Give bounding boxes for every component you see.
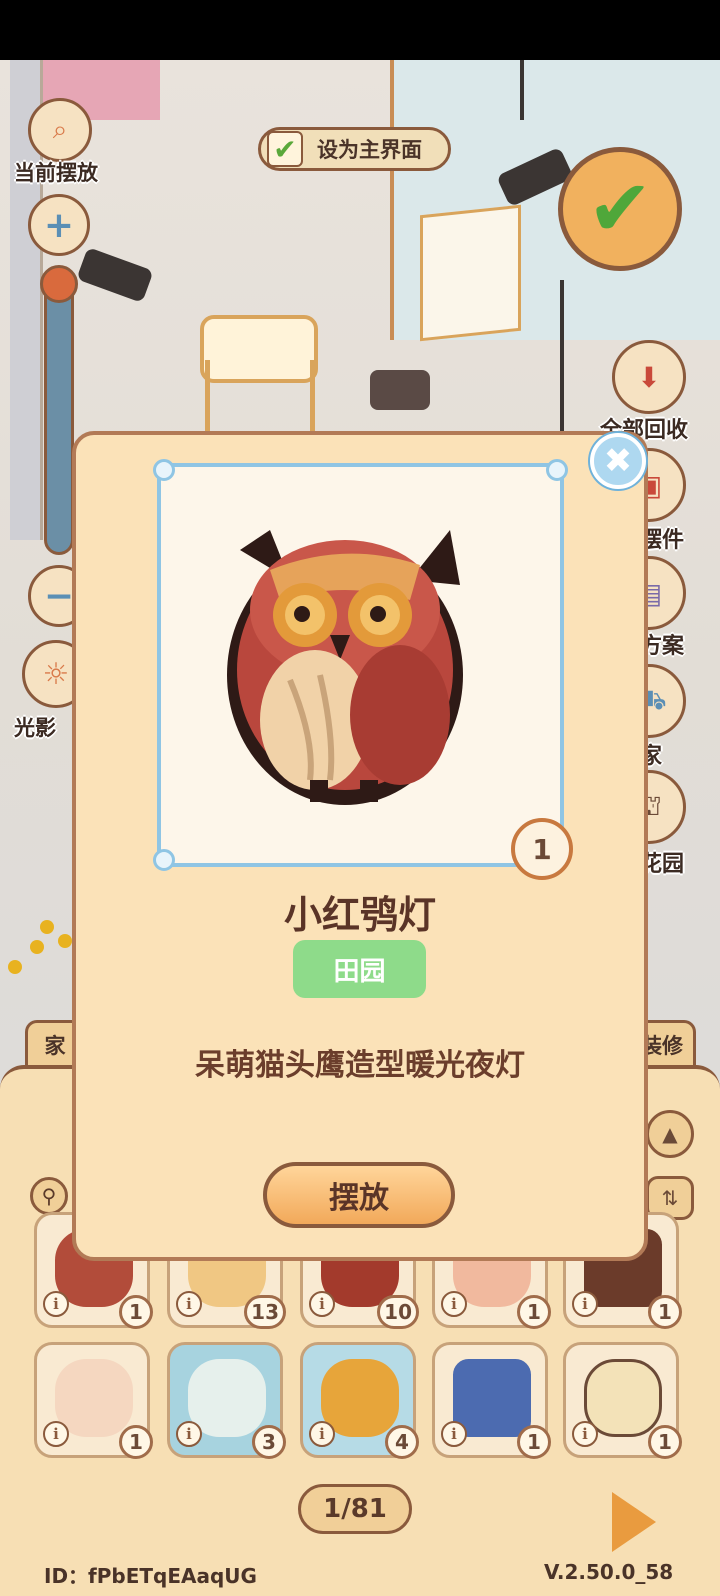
camera-decor <box>370 370 430 410</box>
item-quantity-badge: 1 <box>511 818 573 880</box>
info-icon[interactable]: i <box>43 1421 69 1447</box>
inventory-slot[interactable]: i 3 <box>167 1342 286 1459</box>
zoom-slider[interactable] <box>44 270 74 555</box>
item-count: 1 <box>648 1295 682 1329</box>
info-icon[interactable]: i <box>441 1291 467 1317</box>
search-room-icon: ⌕ <box>52 114 68 145</box>
box-down-icon: ⬇ <box>637 360 661 394</box>
status-bar <box>0 0 720 60</box>
item-count: 1 <box>648 1425 682 1459</box>
info-icon[interactable]: i <box>572 1291 598 1317</box>
minus-icon: − <box>43 575 75 617</box>
current-layout-label: 当前摆放 <box>14 161 98 185</box>
inventory-slot[interactable]: i 1 <box>563 1342 682 1459</box>
recycle-all-button[interactable]: ⬇ <box>612 340 686 414</box>
board-game-icon <box>453 1359 531 1437</box>
item-count: 3 <box>252 1425 286 1459</box>
shopping-bag-decor <box>420 204 521 342</box>
info-icon[interactable]: i <box>309 1291 335 1317</box>
info-icon[interactable]: i <box>572 1421 598 1447</box>
zoom-slider-handle[interactable] <box>40 265 78 303</box>
set-main-screen-toggle[interactable]: ✔ 设为主界面 <box>258 127 451 171</box>
set-main-screen-label: 设为主界面 <box>317 138 422 162</box>
next-page-arrow-icon[interactable] <box>612 1492 656 1552</box>
item-count: 1 <box>517 1295 551 1329</box>
item-description: 呆萌猫头鹰造型暖光夜灯 <box>195 1048 525 1083</box>
inventory-slot[interactable]: i 1 <box>34 1342 153 1459</box>
info-icon[interactable]: i <box>176 1291 202 1317</box>
lantern-icon <box>584 1359 662 1437</box>
lighting-label: 光影 <box>14 716 56 740</box>
version-label: V.2.50.0_58 <box>544 1560 674 1584</box>
confirm-button[interactable]: ✔ <box>558 147 682 271</box>
sort-icon: ⇅ <box>661 1186 679 1210</box>
owl-lamp-image <box>227 530 463 805</box>
inventory-slot[interactable]: i 4 <box>300 1342 419 1459</box>
style-tag: 田园 <box>293 940 426 998</box>
inventory-slot[interactable]: i 1 <box>432 1342 551 1459</box>
item-count: 1 <box>119 1295 153 1329</box>
plus-icon: + <box>43 204 75 246</box>
info-icon[interactable]: i <box>309 1421 335 1447</box>
info-icon[interactable]: i <box>43 1291 69 1317</box>
player-id: ID：fPbETqEAaqUG <box>44 1564 257 1588</box>
item-count: 10 <box>377 1295 419 1329</box>
item-count: 1 <box>119 1425 153 1459</box>
item-count: 4 <box>385 1425 419 1459</box>
cake-plate-icon <box>55 1359 133 1437</box>
info-icon[interactable]: i <box>176 1421 202 1447</box>
checkmark-icon: ✔ <box>587 164 653 254</box>
frame-corner-ornament <box>546 459 568 481</box>
search-icon[interactable]: ⚲ <box>30 1177 68 1215</box>
current-layout-button[interactable]: ⌕ <box>28 98 92 162</box>
spotlight-decor <box>76 247 154 303</box>
zoom-in-button[interactable]: + <box>28 194 90 256</box>
frame-corner-ornament <box>153 849 175 871</box>
item-count: 13 <box>244 1295 286 1329</box>
chevron-up-icon: ▲ <box>662 1122 678 1146</box>
checkmark-icon: ✔ <box>267 131 303 167</box>
shaved-ice-icon <box>188 1359 266 1437</box>
info-icon[interactable]: i <box>441 1421 467 1447</box>
collapse-up-button[interactable]: ▲ <box>646 1110 694 1158</box>
close-icon: ✖ <box>603 441 633 481</box>
page-indicator: 1/81 <box>298 1484 412 1534</box>
place-button[interactable]: 摆放 <box>263 1162 455 1228</box>
close-button[interactable]: ✖ <box>590 433 646 489</box>
sun-icon: ☼ <box>42 656 70 692</box>
item-count: 1 <box>517 1425 551 1459</box>
frame-corner-ornament <box>153 459 175 481</box>
clothes-rack-decor <box>520 60 524 120</box>
item-name: 小红鸮灯 <box>283 893 436 937</box>
fruit-plate-icon <box>321 1359 399 1437</box>
